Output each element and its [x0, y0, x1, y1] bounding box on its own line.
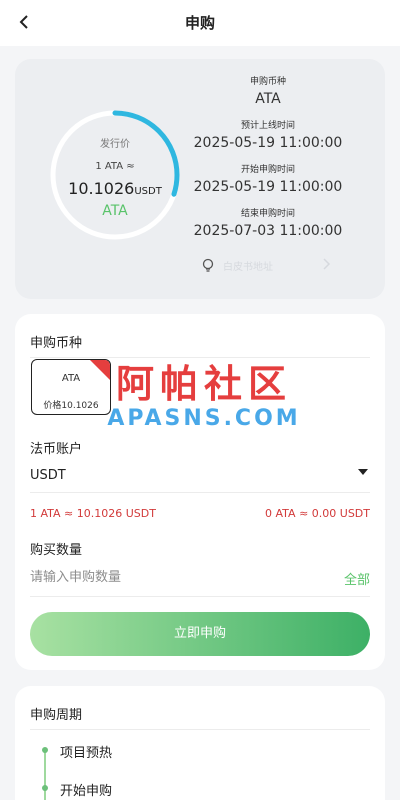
unit-rate-text: 1 ATA ≈ 10.1026 USDT: [30, 507, 156, 520]
period-section-label: 申购周期: [30, 708, 83, 723]
info-value: 2025-05-19 11:00:00: [193, 179, 343, 195]
timeline-step: 项目预热: [60, 746, 113, 761]
info-label: 开始申购时间: [240, 165, 295, 175]
chevron-right-icon: [323, 258, 331, 270]
quantity-input[interactable]: [30, 567, 310, 587]
timeline-step: 开始申购: [60, 784, 113, 799]
info-item-end-time: 结束申购时间 2025-07-03 11:00:00: [193, 207, 343, 251]
issue-price-unit: USDT: [134, 186, 162, 197]
info-label: 申购币种: [249, 77, 286, 87]
subscription-info-card: 发行价 1 ATA ≈ 10.1026USDT ATA 申购币种 ATA 预计上…: [15, 59, 385, 299]
all-button[interactable]: 全部: [344, 569, 370, 588]
caret-down-icon: [358, 469, 368, 475]
fiat-account-select[interactable]: USDT: [30, 464, 370, 488]
info-value: 2025-07-03 11:00:00: [193, 223, 343, 239]
divider: [30, 596, 370, 597]
lightbulb-icon: [202, 258, 214, 272]
divider: [30, 729, 370, 730]
info-item-start-time: 开始申购时间 2025-05-19 11:00:00: [193, 163, 343, 207]
timeline-dot: [42, 785, 48, 791]
coin-section-label: 申购币种: [30, 336, 83, 351]
top-bar: 申购: [0, 0, 400, 46]
subscription-period-card: 申购周期 项目预热 开始申购: [15, 686, 385, 800]
info-value: ATA: [255, 91, 281, 107]
issue-coin-name: ATA: [102, 203, 128, 219]
info-item-launch-time: 预计上线时间 2025-05-19 11:00:00: [193, 119, 343, 163]
fiat-section-label: 法币账户: [30, 442, 83, 457]
issue-price-ring: 发行价 1 ATA ≈ 10.1026USDT ATA: [49, 109, 181, 241]
quantity-section-label: 购买数量: [30, 543, 83, 558]
whitepaper-link[interactable]: 白皮书地址: [201, 255, 331, 275]
issue-price-number: 10.1026: [68, 179, 135, 198]
info-value: 2025-05-19 11:00:00: [193, 135, 343, 151]
issue-price-value: 10.1026USDT: [49, 179, 181, 198]
page-title: 申购: [184, 14, 215, 32]
divider: [30, 492, 370, 493]
info-label: 预计上线时间: [240, 121, 295, 131]
issue-rate-text: 1 ATA ≈: [95, 161, 135, 172]
whitepaper-label: 白皮书地址: [223, 261, 273, 273]
info-label: 结束申购时间: [240, 209, 295, 219]
timeline-dot: [42, 747, 48, 753]
total-rate-text: 0 ATA ≈ 0.00 USDT: [265, 507, 370, 520]
watermark-en: APASNS.COM: [107, 406, 301, 431]
timeline-line: [44, 749, 46, 800]
divider: [30, 357, 370, 358]
subscribe-now-button[interactable]: 立即申购: [30, 612, 370, 656]
info-details: 申购币种 ATA 预计上线时间 2025-05-19 11:00:00 开始申购…: [193, 75, 343, 251]
info-item-coin: 申购币种 ATA: [193, 75, 343, 119]
watermark: 阿帕社区 APASNS.COM: [94, 362, 314, 442]
watermark-cn: 阿帕社区: [115, 362, 292, 406]
fiat-account-value: USDT: [30, 468, 66, 483]
issue-price-label: 发行价: [100, 139, 130, 150]
